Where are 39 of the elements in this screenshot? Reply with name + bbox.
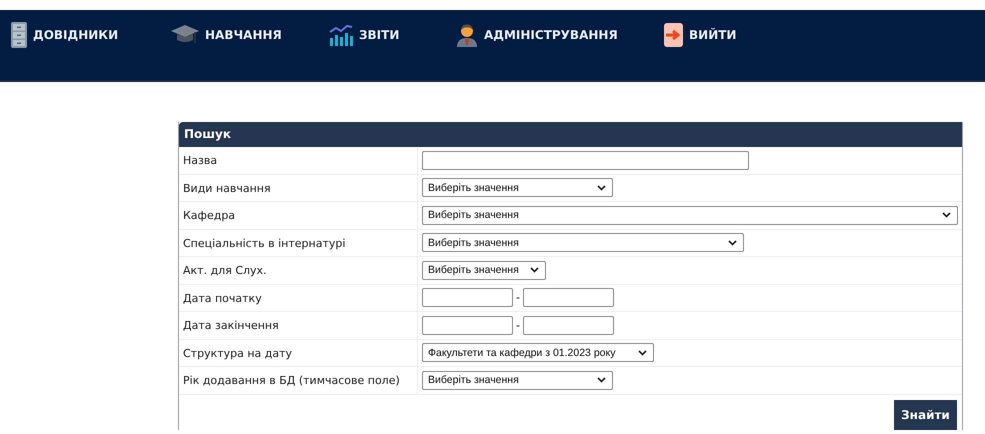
cabinet-icon [11, 22, 27, 48]
find-button[interactable]: Знайти [894, 400, 957, 430]
field-label: Спеціальність в інтернатурі [179, 230, 418, 256]
nav-link[interactable]: АДМІНІСТРУВАННЯ [456, 22, 664, 48]
dropdown[interactable]: Виберіть значення [422, 233, 744, 252]
nav-link[interactable]: ДОВІДНИКИ [11, 22, 171, 48]
nav-link[interactable]: НАВЧАННЯ [171, 22, 329, 48]
date-from-input[interactable] [422, 316, 513, 335]
panel-title: Пошук [179, 122, 962, 147]
field-label: Види навчання [179, 174, 418, 201]
caret-icon [728, 240, 737, 246]
field-label: Дата початку [179, 284, 418, 311]
nav-link[interactable]: ЗВІТИ [329, 22, 456, 48]
date-from-input[interactable] [422, 288, 513, 308]
caret-icon [942, 212, 951, 218]
dropdown[interactable]: Факультети та кафедри з 01.2023 року [422, 343, 654, 362]
dropdown[interactable]: Виберіть значення [422, 206, 958, 225]
person-icon [456, 23, 478, 47]
field-label: Структура на дату [179, 340, 418, 366]
field-label: Назва [179, 147, 418, 174]
field-label: Дата закінчення [179, 312, 418, 338]
dropdown[interactable]: Виберіть значення [422, 178, 613, 198]
dropdown[interactable]: Виберіть значення [422, 370, 613, 390]
bar-chart-icon [329, 24, 353, 46]
nav-link[interactable]: ВИЙТИ [664, 22, 736, 48]
caret-icon [638, 350, 647, 356]
dropdown[interactable]: Виберіть значення [422, 260, 546, 280]
field-label: Акт. для Слух. [179, 257, 418, 284]
exit-icon [664, 23, 683, 47]
name-input[interactable] [422, 150, 749, 170]
field-label: Рік додавання в БД (тимчасове поле) [179, 367, 418, 394]
field-label: Кафедра [179, 202, 418, 228]
date-to-input[interactable] [522, 288, 614, 308]
range-separator: - [516, 291, 520, 304]
caret-icon [597, 184, 606, 191]
date-to-input[interactable] [522, 316, 614, 335]
range-separator: - [516, 318, 520, 332]
caret-icon [530, 267, 539, 274]
caret-icon [597, 377, 606, 384]
